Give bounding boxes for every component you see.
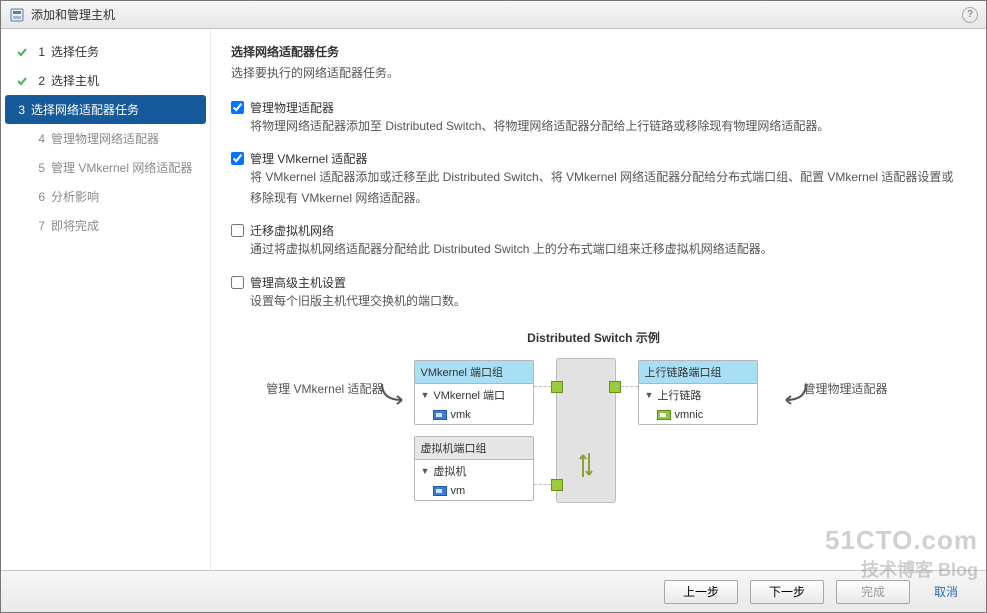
step-4: 4 管理物理网络适配器 bbox=[1, 124, 210, 153]
help-button[interactable]: ? bbox=[962, 7, 978, 23]
checkmark-icon bbox=[15, 74, 29, 88]
option-manage-vmkernel: 管理 VMkernel 适配器 将 VMkernel 适配器添加或迁移至此 Di… bbox=[231, 150, 956, 208]
step-label: 选择网络适配器任务 bbox=[31, 101, 139, 118]
triangle-icon: ▼ bbox=[645, 390, 654, 400]
up-down-arrow-icon bbox=[579, 447, 593, 483]
finish-button: 完成 bbox=[836, 580, 910, 604]
distributed-switch-diagram: 管理 VMkernel 适配器 管理物理适配器 VMkernel 端口组 ▼VM… bbox=[274, 358, 914, 528]
cancel-button[interactable]: 取消 bbox=[922, 580, 970, 604]
option-manage-physical: 管理物理适配器 将物理网络适配器添加至 Distributed Switch、将… bbox=[231, 99, 956, 136]
curved-arrow-icon bbox=[778, 382, 808, 409]
checkmark-icon bbox=[15, 45, 29, 59]
box-row: vm bbox=[451, 485, 466, 497]
diagram-title: Distributed Switch 示例 bbox=[231, 329, 956, 346]
content-subheading: 选择要执行的网络适配器任务。 bbox=[231, 64, 956, 81]
box-header: 上行链路端口组 bbox=[639, 361, 757, 384]
next-button[interactable]: 下一步 bbox=[750, 580, 824, 604]
step-label: 分析影响 bbox=[51, 188, 99, 205]
box-header: 虚拟机端口组 bbox=[415, 437, 533, 460]
triangle-icon: ▼ bbox=[421, 390, 430, 400]
step-number: 2 bbox=[35, 74, 45, 88]
connector-line bbox=[534, 484, 556, 485]
diagram-hint-left: 管理 VMkernel 适配器 bbox=[264, 380, 384, 397]
switch-box bbox=[556, 358, 616, 503]
step-label: 选择主机 bbox=[51, 72, 99, 89]
connector-line bbox=[616, 386, 638, 387]
step-number: 7 bbox=[35, 219, 45, 233]
option-desc: 通过将虚拟机网络适配器分配给此 Distributed Switch 上的分布式… bbox=[250, 239, 956, 259]
box-row: vmnic bbox=[675, 409, 704, 421]
step-1[interactable]: 1 选择任务 bbox=[1, 37, 210, 66]
add-manage-hosts-dialog: 添加和管理主机 ? 1 选择任务 2 选择主机 3 选择网络适配器任务 4 管理… bbox=[0, 0, 987, 613]
port-icon bbox=[551, 479, 563, 491]
option-migrate-vm-network: 迁移虚拟机网络 通过将虚拟机网络适配器分配给此 Distributed Swit… bbox=[231, 222, 956, 259]
step-number: 6 bbox=[35, 190, 45, 204]
dialog-footer: 上一步 下一步 完成 取消 bbox=[1, 570, 986, 612]
vm-portgroup-box: 虚拟机端口组 ▼虚拟机 vm bbox=[414, 436, 534, 501]
titlebar: 添加和管理主机 ? bbox=[1, 1, 986, 29]
step-content: 选择网络适配器任务 选择要执行的网络适配器任务。 管理物理适配器 将物理网络适配… bbox=[211, 29, 986, 570]
step-6: 6 分析影响 bbox=[1, 182, 210, 211]
checkbox-migrate-vm-network[interactable] bbox=[231, 224, 244, 237]
vmkernel-portgroup-box: VMkernel 端口组 ▼VMkernel 端口 vmk bbox=[414, 360, 534, 425]
port-icon bbox=[551, 381, 563, 393]
box-row: VMkernel 端口 bbox=[433, 387, 505, 403]
option-label: 管理高级主机设置 bbox=[250, 274, 346, 291]
content-heading: 选择网络适配器任务 bbox=[231, 43, 956, 60]
option-label: 管理物理适配器 bbox=[250, 99, 334, 116]
step-label: 选择任务 bbox=[51, 43, 99, 60]
checkbox-advanced-host-settings[interactable] bbox=[231, 276, 244, 289]
nic-icon bbox=[657, 410, 671, 420]
back-button[interactable]: 上一步 bbox=[664, 580, 738, 604]
nic-icon bbox=[433, 410, 447, 420]
box-row: 虚拟机 bbox=[433, 463, 466, 479]
triangle-icon: ▼ bbox=[421, 466, 430, 476]
option-desc: 设置每个旧版主机代理交换机的端口数。 bbox=[250, 291, 956, 311]
option-label: 迁移虚拟机网络 bbox=[250, 222, 334, 239]
uplink-portgroup-box: 上行链路端口组 ▼上行链路 vmnic bbox=[638, 360, 758, 425]
curved-arrow-icon bbox=[380, 382, 410, 409]
step-label: 即将完成 bbox=[51, 217, 99, 234]
step-label: 管理物理网络适配器 bbox=[51, 130, 159, 147]
option-advanced-host-settings: 管理高级主机设置 设置每个旧版主机代理交换机的端口数。 bbox=[231, 274, 956, 311]
step-3[interactable]: 3 选择网络适配器任务 bbox=[5, 95, 206, 124]
wizard-steps-sidebar: 1 选择任务 2 选择主机 3 选择网络适配器任务 4 管理物理网络适配器 5 … bbox=[1, 29, 211, 570]
hosts-icon bbox=[9, 7, 25, 23]
box-header: VMkernel 端口组 bbox=[415, 361, 533, 384]
option-label: 管理 VMkernel 适配器 bbox=[250, 150, 367, 167]
option-desc: 将物理网络适配器添加至 Distributed Switch、将物理网络适配器分… bbox=[250, 116, 956, 136]
diagram-hint-right: 管理物理适配器 bbox=[804, 380, 924, 397]
box-row: 上行链路 bbox=[657, 387, 701, 403]
step-label: 管理 VMkernel 网络适配器 bbox=[51, 159, 192, 176]
checkbox-manage-vmkernel[interactable] bbox=[231, 152, 244, 165]
dialog-title: 添加和管理主机 bbox=[31, 6, 962, 23]
dialog-body: 1 选择任务 2 选择主机 3 选择网络适配器任务 4 管理物理网络适配器 5 … bbox=[1, 29, 986, 570]
box-row: vmk bbox=[451, 409, 471, 421]
port-icon bbox=[609, 381, 621, 393]
option-desc: 将 VMkernel 适配器添加或迁移至此 Distributed Switch… bbox=[250, 167, 956, 208]
step-2[interactable]: 2 选择主机 bbox=[1, 66, 210, 95]
checkbox-manage-physical[interactable] bbox=[231, 101, 244, 114]
connector-line bbox=[534, 386, 556, 387]
step-7: 7 即将完成 bbox=[1, 211, 210, 240]
step-number: 3 bbox=[15, 103, 25, 117]
step-5: 5 管理 VMkernel 网络适配器 bbox=[1, 153, 210, 182]
step-number: 4 bbox=[35, 132, 45, 146]
step-number: 5 bbox=[35, 161, 45, 175]
step-number: 1 bbox=[35, 45, 45, 59]
nic-icon bbox=[433, 486, 447, 496]
